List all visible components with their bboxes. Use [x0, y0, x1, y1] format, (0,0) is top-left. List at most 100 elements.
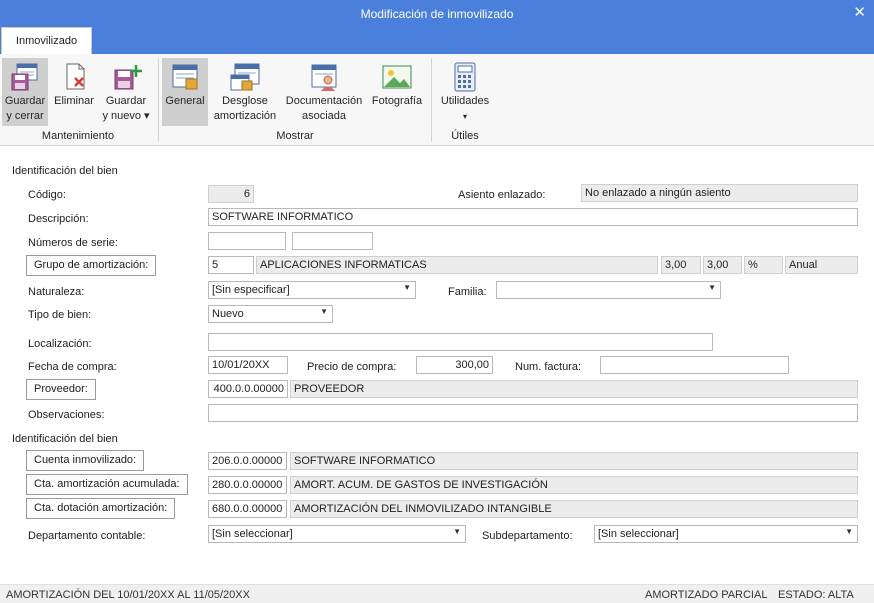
proveedor-code-field[interactable]: 400.0.0.00000 [208, 380, 288, 398]
num-factura-field[interactable] [600, 356, 789, 374]
save-close-button[interactable]: Guardar y cerrar [2, 58, 48, 126]
cuenta-inmovilizado-code-field[interactable]: 206.0.0.00000 [208, 452, 287, 470]
descripcion-label: Descripción: [28, 213, 89, 225]
status-amortization-state: AMORTIZADO PARCIAL [645, 589, 768, 601]
save-close-label-1: Guardar [4, 95, 46, 107]
save-close-icon [11, 63, 38, 91]
delete-icon [66, 63, 85, 90]
group-separator [158, 58, 159, 142]
utilities-button[interactable]: Utilidades ▾ [436, 58, 494, 126]
close-icon[interactable]: ✕ [853, 3, 866, 21]
tipo-bien-select[interactable]: Nuevo ▼ [208, 305, 333, 323]
photo-icon [382, 65, 412, 89]
title-bar: Modificación de inmovilizado ✕ [0, 0, 874, 30]
breakdown-label-2: amortización [213, 110, 277, 122]
chevron-down-icon: ▼ [403, 283, 411, 292]
observaciones-label: Observaciones: [28, 409, 105, 421]
localizacion-field[interactable] [208, 333, 713, 351]
breakdown-icon [230, 63, 260, 91]
descripcion-field[interactable]: SOFTWARE INFORMATICO [208, 208, 858, 226]
documents-label-2: asociada [301, 110, 347, 122]
chevron-down-icon: ▼ [320, 307, 328, 316]
cta-dotacion-amortizacion-button[interactable]: Cta. dotación amortización: [26, 498, 176, 519]
tab-strip [0, 30, 874, 54]
codigo-label: Código: [28, 189, 66, 201]
subdepartamento-value: [Sin seleccionar] [598, 528, 679, 540]
departamento-label: Departamento contable: [28, 530, 146, 542]
chevron-down-icon: ▼ [708, 283, 716, 292]
documents-label-1: Documentación [285, 95, 363, 107]
tab-inmovilizado[interactable]: Inmovilizado [1, 27, 92, 55]
codigo-field[interactable]: 6 [208, 185, 254, 203]
tipo-bien-label: Tipo de bien: [28, 309, 92, 321]
fecha-compra-label: Fecha de compra: [28, 361, 117, 373]
save-new-icon [114, 65, 142, 90]
naturaleza-label: Naturaleza: [28, 286, 85, 298]
delete-label: Eliminar [54, 95, 94, 107]
save-new-label-1: Guardar [105, 95, 147, 107]
general-label: General [165, 95, 205, 107]
documents-icon [311, 64, 337, 91]
proveedor-button[interactable]: Proveedor: [26, 379, 96, 400]
chevron-down-icon: ▼ [453, 527, 461, 536]
naturaleza-value: [Sin especificar] [212, 284, 290, 296]
localizacion-label: Localización: [28, 338, 92, 350]
cta-dotacion-amortizacion-code-field[interactable]: 680.0.0.00000 [208, 500, 287, 518]
section-title: Identificación del bien [12, 165, 118, 177]
photo-label: Fotografía [371, 95, 423, 107]
grupo-period-field: Anual [785, 256, 858, 274]
departamento-select[interactable]: [Sin seleccionar] ▼ [208, 525, 466, 543]
cta-amortizacion-acumulada-button[interactable]: Cta. amortización acumulada: [26, 474, 188, 495]
save-new-button[interactable]: Guardar y nuevo ▾ [100, 58, 152, 126]
calculator-icon [454, 62, 476, 92]
precio-compra-field[interactable]: 300,00 [416, 356, 493, 374]
general-button[interactable]: General [162, 58, 208, 126]
precio-compra-label: Precio de compra: [307, 361, 397, 373]
group-label-mostrar: Mostrar [276, 130, 314, 142]
observaciones-field[interactable] [208, 404, 858, 422]
grupo-amortizacion-button[interactable]: Grupo de amortización: [26, 255, 157, 276]
asiento-field: No enlazado a ningún asiento [581, 184, 858, 202]
grupo-name-field: APLICACIONES INFORMATICAS [256, 256, 658, 274]
tipo-bien-value: Nuevo [212, 308, 244, 320]
group-label-utiles: Útiles [451, 130, 479, 142]
save-new-label-2: y nuevo ▾ [102, 110, 150, 122]
grupo-code-field[interactable]: 5 [208, 256, 254, 274]
photo-button[interactable]: Fotografía [368, 58, 426, 126]
grupo-unit-field: % [744, 256, 783, 274]
cuenta-inmovilizado-name-field: SOFTWARE INFORMATICO [290, 452, 858, 470]
asiento-label: Asiento enlazado: [458, 189, 546, 201]
grupo-rate-field-1: 3,00 [661, 256, 701, 274]
chevron-down-icon: ▾ [462, 112, 467, 121]
subdepartamento-label: Subdepartamento: [482, 530, 573, 542]
group-label-mantenimiento: Mantenimiento [41, 130, 115, 142]
subdepartamento-select[interactable]: [Sin seleccionar] ▼ [594, 525, 858, 543]
cta-amortizacion-acumulada-code-field[interactable]: 280.0.0.00000 [208, 476, 287, 494]
delete-button[interactable]: Eliminar [50, 58, 98, 126]
save-close-label-2: y cerrar [6, 110, 44, 122]
cuenta-inmovilizado-button[interactable]: Cuenta inmovilizado: [26, 450, 145, 471]
numero-serie-field-1[interactable] [208, 232, 286, 250]
breakdown-button[interactable]: Desglose amortización [210, 58, 280, 126]
naturaleza-select[interactable]: [Sin especificar] ▼ [208, 281, 416, 299]
documents-button[interactable]: Documentación asociada [282, 58, 366, 126]
section-title: Identificación del bien [12, 433, 118, 445]
proveedor-name-field: PROVEEDOR [290, 380, 858, 398]
numero-serie-field-2[interactable] [292, 232, 373, 250]
general-icon [172, 64, 198, 90]
chevron-down-icon: ▼ [845, 527, 853, 536]
cta-amortizacion-acumulada-name-field: AMORT. ACUM. DE GASTOS DE INVESTIGACIÓN [290, 476, 858, 494]
utilities-label: Utilidades [440, 95, 490, 107]
status-amortization-period: AMORTIZACIÓN DEL 10/01/20XX AL 11/05/20X… [6, 589, 250, 601]
status-badge: ESTADO: ALTA [778, 589, 854, 601]
grupo-rate-field-2: 3,00 [703, 256, 742, 274]
status-bar: AMORTIZACIÓN DEL 10/01/20XX AL 11/05/20X… [0, 584, 874, 603]
breakdown-label-1: Desglose [222, 95, 268, 107]
familia-label: Familia: [448, 286, 487, 298]
departamento-value: [Sin seleccionar] [212, 528, 293, 540]
group-separator [431, 58, 432, 142]
numeros-serie-label: Números de serie: [28, 237, 118, 249]
fecha-compra-field[interactable]: 10/01/20XX [208, 356, 288, 374]
cta-dotacion-amortizacion-name-field: AMORTIZACIÓN DEL INMOVILIZADO INTANGIBLE [290, 500, 858, 518]
familia-select[interactable]: ▼ [496, 281, 721, 299]
